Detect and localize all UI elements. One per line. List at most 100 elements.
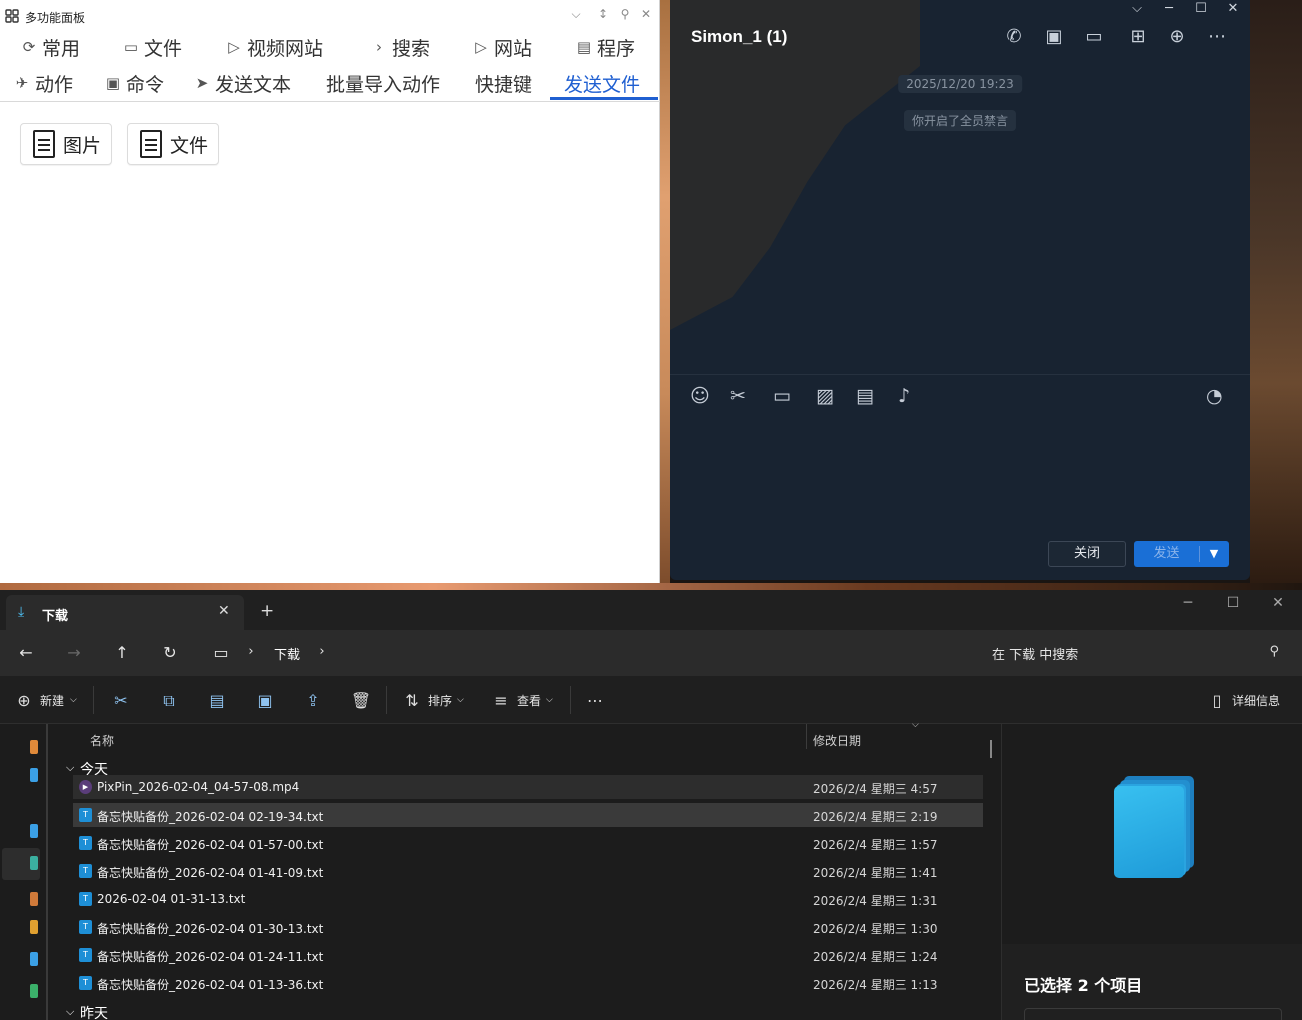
sort-button[interactable]: 排序 [428, 692, 452, 709]
breadcrumb[interactable]: 下载 [274, 644, 300, 663]
file-row[interactable]: T 备忘快贴备份_2026-02-04 01-57-00.txt 2026/2/… [73, 831, 983, 855]
video-call-icon[interactable]: ▣ [1043, 26, 1065, 48]
send-button[interactable]: 发送 ▼ [1134, 541, 1229, 567]
file-row[interactable]: ▶ PixPin_2026-02-04_04-57-08.mp4 2026/2/… [73, 775, 983, 799]
file-row[interactable]: T 2026-02-04 01-31-13.txt 2026/2/4 星期三 1… [73, 887, 983, 911]
column-divider[interactable] [806, 724, 807, 749]
sort-icon[interactable]: ⇅ [400, 691, 424, 710]
chevron-right-icon[interactable]: › [241, 644, 261, 659]
new-button[interactable]: 新建 [40, 692, 64, 709]
group-chevron-icon[interactable]: ⌵ [66, 761, 74, 775]
new-plus-icon[interactable]: ⊕ [12, 691, 36, 710]
phone-icon[interactable]: ✆ [1003, 26, 1025, 48]
column-header-name[interactable]: 名称 [90, 732, 114, 749]
tab-files[interactable]: ▭ 文件 [122, 30, 182, 64]
panel-titlebar[interactable]: 多功能面板 ⌵ ↕ ⚲ ✕ [0, 0, 660, 30]
column-header-modified[interactable]: 修改日期 [813, 732, 861, 749]
back-icon[interactable]: ← [16, 643, 36, 662]
scrollbar-thumb[interactable] [990, 740, 992, 758]
sidebar-item-icon[interactable] [30, 740, 38, 754]
file-row[interactable]: T 备忘快贴备份_2026-02-04 01-30-13.txt 2026/2/… [73, 915, 983, 939]
send-file-button[interactable]: 文件 [127, 123, 220, 165]
view-button[interactable]: 查看 [517, 692, 541, 709]
microphone-icon[interactable]: ♪ [898, 384, 910, 408]
download-icon: ⤓ [18, 604, 25, 620]
collapse-icon[interactable]: ⌵ [568, 7, 584, 22]
add-member-icon[interactable]: ⊕ [1166, 26, 1188, 48]
cut-icon[interactable]: ✂ [109, 691, 133, 710]
maximize-icon[interactable]: ☐ [1192, 1, 1210, 16]
sidebar-item-icon[interactable] [30, 984, 38, 998]
folder-icon[interactable]: ▭ [773, 384, 791, 408]
sidebar-item-icon[interactable] [30, 952, 38, 966]
sidebar-item-icon[interactable] [30, 892, 38, 906]
file-row[interactable]: T 备忘快贴备份_2026-02-04 01-24-11.txt 2026/2/… [73, 943, 983, 967]
link-icon[interactable]: ⚲ [617, 7, 633, 21]
tab-send-file[interactable]: 发送文件 [564, 66, 640, 100]
close-button[interactable]: 关闭 [1048, 541, 1126, 567]
sidebar-item-icon[interactable] [30, 768, 38, 782]
close-icon[interactable]: ✕ [1224, 1, 1242, 16]
monitor-icon[interactable]: ▭ [211, 643, 231, 662]
tab-common[interactable]: ⟳ 常用 [20, 30, 80, 64]
up-icon[interactable]: ↑ [112, 643, 132, 662]
apps-grid-icon[interactable]: ⊞ [1123, 26, 1153, 48]
download-icon[interactable] [30, 856, 38, 870]
forward-icon[interactable]: → [64, 643, 84, 662]
tab-batch-import[interactable]: 批量导入动作 [326, 66, 440, 100]
chevron-down-icon[interactable]: ▼ [1202, 541, 1226, 567]
tab-actions[interactable]: ✈ 动作 [13, 66, 73, 100]
tab-commands[interactable]: ▣ 命令 [104, 66, 164, 100]
details-pane-icon[interactable]: ▯ [1205, 691, 1229, 710]
copy-icon[interactable]: ⧉ [157, 691, 181, 711]
close-icon[interactable]: ✕ [218, 603, 230, 619]
document-icon [33, 130, 55, 158]
multi-function-panel: 多功能面板 ⌵ ↕ ⚲ ✕ ⟳ 常用 ▭ 文件 ▷ 视频网站 › 搜索 ▷ 网站… [0, 0, 660, 583]
sidebar-item-icon[interactable] [30, 920, 38, 934]
maximize-icon[interactable]: ☐ [1223, 595, 1243, 611]
minimize-icon[interactable]: ─ [1160, 1, 1178, 16]
emoji-icon[interactable]: ☺ [690, 384, 710, 408]
close-icon[interactable]: ✕ [638, 7, 654, 21]
close-icon[interactable]: ✕ [1268, 595, 1288, 611]
tab-video-sites[interactable]: ▷ 视频网站 [225, 30, 323, 64]
tab-downloads[interactable]: ⤓ 下载 ✕ [6, 595, 244, 630]
view-icon[interactable]: ≡ [489, 691, 513, 710]
tab-send-text[interactable]: ➤ 发送文本 [193, 66, 291, 100]
file-date: 2026/2/4 星期三 1:41 [813, 866, 938, 880]
more-icon[interactable]: ⋯ [583, 691, 607, 710]
send-image-button[interactable]: 图片 [20, 123, 113, 165]
group-chevron-icon[interactable]: ⌵ [66, 1005, 74, 1019]
file-row[interactable]: T 备忘快贴备份_2026-02-04 01-13-36.txt 2026/2/… [73, 971, 983, 995]
tab-hotkeys[interactable]: 快捷键 [475, 66, 532, 100]
chevron-down-icon[interactable]: ⌵ [1128, 1, 1146, 16]
refresh-icon[interactable]: ↻ [160, 643, 180, 662]
file-row[interactable]: T 备忘快贴备份_2026-02-04 02-19-34.txt 2026/2/… [73, 803, 983, 827]
search-icon[interactable]: ⚲ [1269, 644, 1279, 659]
scissors-icon[interactable]: ✂ [730, 384, 746, 408]
sidebar-item-icon[interactable] [30, 824, 38, 838]
group-header-yesterday[interactable]: 昨天 [80, 1003, 108, 1020]
chevron-down-icon[interactable]: ⌵ [70, 695, 77, 705]
file-row[interactable]: T 备忘快贴备份_2026-02-04 01-41-09.txt 2026/2/… [73, 859, 983, 883]
new-tab-icon[interactable]: + [260, 601, 274, 621]
more-icon[interactable]: ⋯ [1206, 26, 1228, 48]
search-input[interactable]: 在 下载 中搜索 ⚲ [977, 636, 1293, 670]
screen-share-icon[interactable]: ▭ [1083, 26, 1105, 48]
history-clock-icon[interactable]: ◔ [1206, 384, 1223, 408]
delete-icon[interactable]: 🗑 [349, 691, 373, 710]
tab-programs[interactable]: ▤ 程序 [575, 30, 635, 64]
tab-websites[interactable]: ▷ 网站 [472, 30, 532, 64]
box-icon[interactable]: ▤ [856, 384, 874, 408]
resize-vertical-icon[interactable]: ↕ [595, 7, 611, 21]
rename-icon[interactable]: ▣ [253, 691, 277, 710]
minimize-icon[interactable]: ─ [1178, 595, 1198, 611]
paste-icon[interactable]: ▤ [205, 691, 229, 710]
chevron-down-icon[interactable]: ⌵ [546, 695, 553, 705]
chevron-right-icon[interactable]: › [312, 644, 332, 659]
details-button[interactable]: 详细信息 [1232, 692, 1280, 709]
image-icon[interactable]: ▨ [816, 384, 834, 408]
share-icon[interactable]: ⇪ [301, 691, 325, 710]
tab-search[interactable]: › 搜索 [370, 30, 430, 64]
chevron-down-icon[interactable]: ⌵ [457, 695, 464, 705]
